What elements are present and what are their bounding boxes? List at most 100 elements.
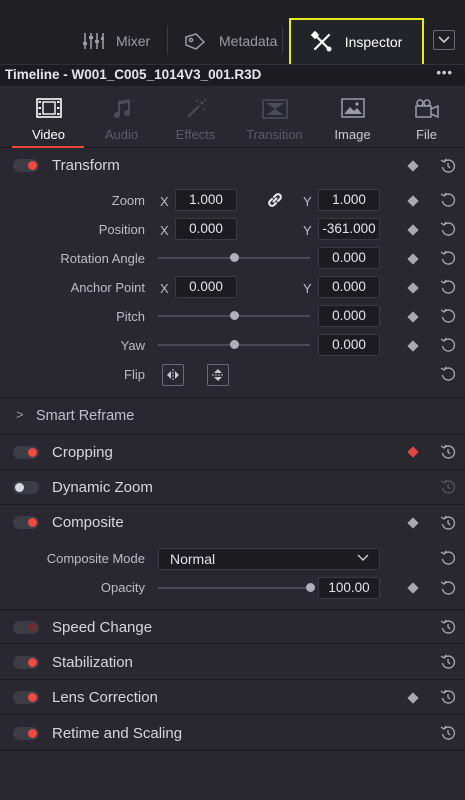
tab-image[interactable]: Image: [314, 86, 391, 148]
retime-scaling-section-header[interactable]: Retime and Scaling: [0, 716, 465, 751]
expand-chevron-icon: >: [16, 407, 24, 422]
tab-video-label: Video: [31, 127, 65, 142]
reset-icon[interactable]: [440, 337, 456, 353]
reset-icon[interactable]: [440, 308, 456, 324]
flip-label: Flip: [124, 367, 145, 382]
pitch-label: Pitch: [116, 309, 145, 324]
speed-change-section-header[interactable]: Speed Change: [0, 609, 465, 644]
speed-change-label: Speed Change: [52, 619, 153, 636]
stabilization-toggle[interactable]: [13, 656, 39, 669]
tab-file-label: File: [416, 127, 437, 142]
opacity-slider[interactable]: [158, 587, 310, 589]
anchor-y-axis: Y: [303, 281, 312, 296]
reset-icon[interactable]: [440, 444, 456, 460]
flip-vertical-button[interactable]: [207, 364, 229, 386]
lens-correction-section-header[interactable]: Lens Correction: [0, 680, 465, 715]
keyframe-diamond-icon[interactable]: [407, 517, 419, 529]
opacity-keyframe-icon[interactable]: [407, 582, 419, 594]
divider: [167, 26, 168, 54]
speed-change-toggle[interactable]: [13, 621, 39, 634]
composite-section-header[interactable]: Composite: [0, 505, 465, 541]
reset-icon[interactable]: [440, 479, 456, 495]
panel-header-bar: Mixer Metadata Inspector: [0, 0, 465, 66]
reset-icon[interactable]: [440, 279, 456, 295]
cropping-section-header[interactable]: Cropping: [0, 435, 465, 470]
chevron-down-icon: [438, 36, 450, 44]
tab-transition-label: Transition: [246, 127, 303, 142]
reset-icon[interactable]: [440, 221, 456, 237]
mixer-label: Mixer: [116, 33, 151, 49]
smart-reframe-section[interactable]: > Smart Reframe: [0, 397, 465, 435]
inspector-tab[interactable]: Inspector: [289, 18, 424, 66]
reset-icon[interactable]: [440, 515, 456, 531]
yaw-label: Yaw: [120, 338, 145, 353]
opacity-field[interactable]: 100.00: [318, 577, 380, 599]
zoom-keyframe-icon[interactable]: [407, 195, 419, 207]
retime-scaling-toggle[interactable]: [13, 727, 39, 740]
pitch-keyframe-icon[interactable]: [407, 311, 419, 323]
cropping-toggle[interactable]: [13, 446, 39, 459]
tab-audio[interactable]: Audio: [83, 86, 160, 148]
stabilization-section-header[interactable]: Stabilization: [0, 645, 465, 680]
film-icon: [35, 98, 62, 118]
link-icon[interactable]: [266, 191, 284, 209]
mixer-tab[interactable]: Mixer: [82, 22, 150, 60]
tab-transition[interactable]: Transition: [236, 86, 313, 148]
reset-icon[interactable]: [440, 250, 456, 266]
dynamic-zoom-section-header[interactable]: Dynamic Zoom: [0, 470, 465, 505]
metadata-tab[interactable]: Metadata: [183, 22, 277, 60]
cropping-label: Cropping: [52, 444, 113, 461]
lens-correction-toggle[interactable]: [13, 691, 39, 704]
transform-toggle[interactable]: [13, 159, 39, 172]
empty-panel-area: [0, 752, 465, 800]
rotation-keyframe-icon[interactable]: [407, 253, 419, 265]
divider: [282, 26, 283, 54]
reset-icon[interactable]: [440, 654, 456, 670]
zoom-y-field[interactable]: 1.000: [318, 189, 380, 211]
composite-mode-value: Normal: [170, 551, 216, 567]
anchor-x-field[interactable]: 0.000: [175, 276, 237, 298]
tab-file[interactable]: File: [388, 86, 465, 148]
yaw-keyframe-icon[interactable]: [407, 340, 419, 352]
zoom-x-field[interactable]: 1.000: [175, 189, 237, 211]
transform-section-header[interactable]: Transform: [0, 148, 465, 184]
flip-horizontal-button[interactable]: [162, 364, 184, 386]
reset-icon[interactable]: [440, 725, 456, 741]
options-menu-button[interactable]: •••: [436, 65, 453, 80]
dynamic-zoom-label: Dynamic Zoom: [52, 479, 153, 496]
opacity-slider-handle[interactable]: [305, 583, 315, 592]
position-y-field[interactable]: -361.000: [318, 218, 380, 240]
keyframe-diamond-icon[interactable]: [407, 446, 419, 458]
position-x-field[interactable]: 0.000: [175, 218, 237, 240]
pitch-field[interactable]: 0.000: [318, 305, 380, 327]
composite-toggle[interactable]: [13, 516, 39, 529]
yaw-field[interactable]: 0.000: [318, 334, 380, 356]
reset-icon[interactable]: [440, 158, 456, 174]
dynamic-zoom-toggle[interactable]: [13, 481, 39, 494]
rotation-angle-field[interactable]: 0.000: [318, 247, 380, 269]
metadata-label: Metadata: [219, 33, 278, 49]
reset-icon[interactable]: [440, 689, 456, 705]
anchor-point-label: Anchor Point: [70, 280, 145, 295]
composite-mode-dropdown[interactable]: Normal: [158, 548, 380, 570]
reset-icon[interactable]: [440, 580, 456, 596]
pitch-slider-handle[interactable]: [230, 311, 239, 320]
panel-collapse-button[interactable]: [433, 30, 455, 50]
tab-video[interactable]: Video: [10, 86, 87, 148]
keyframe-diamond-icon[interactable]: [407, 692, 419, 704]
anchor-y-field[interactable]: 0.000: [318, 276, 380, 298]
reset-icon[interactable]: [440, 366, 456, 382]
position-x-axis: X: [160, 223, 169, 238]
tab-effects[interactable]: Effects: [157, 86, 234, 148]
position-keyframe-icon[interactable]: [407, 224, 419, 236]
yaw-slider-handle[interactable]: [230, 340, 239, 349]
zoom-y-axis: Y: [303, 194, 312, 209]
anchor-keyframe-icon[interactable]: [407, 282, 419, 294]
composite-label: Composite: [52, 514, 124, 531]
reset-icon[interactable]: [440, 619, 456, 635]
rotation-slider-handle[interactable]: [230, 253, 239, 262]
reset-icon[interactable]: [440, 550, 456, 566]
reset-icon[interactable]: [440, 192, 456, 208]
inspector-label: Inspector: [344, 34, 403, 50]
keyframe-diamond-icon[interactable]: [407, 160, 419, 172]
